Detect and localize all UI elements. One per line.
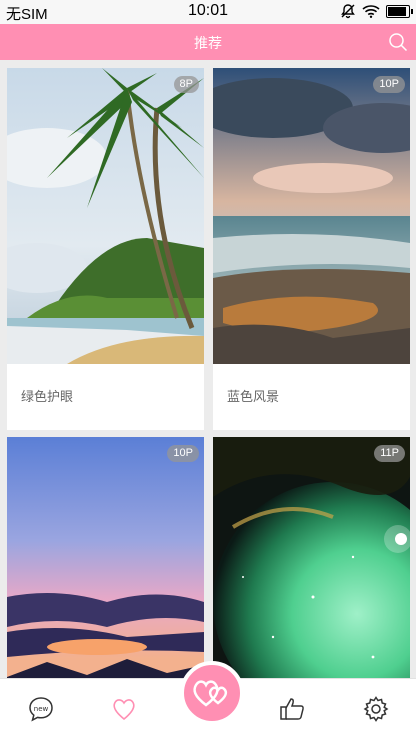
- wallpaper-feed[interactable]: 8P 绿色护眼 10P 蓝色风景 10P 11P: [0, 60, 416, 678]
- album-card[interactable]: 10P 蓝色风景: [213, 68, 410, 430]
- silent-icon: [341, 4, 355, 19]
- settings-icon[interactable]: [362, 695, 390, 723]
- love-center-icon: [193, 680, 228, 707]
- album-thumbnail[interactable]: [213, 68, 410, 364]
- wifi-icon: [362, 5, 380, 18]
- album-thumbnail[interactable]: [7, 68, 204, 364]
- album-thumbnail[interactable]: [7, 437, 204, 678]
- app-header: 推荐: [0, 24, 416, 60]
- heart-icon[interactable]: [110, 695, 138, 723]
- photo-count-badge: 10P: [167, 445, 199, 462]
- album-thumbnail[interactable]: [213, 437, 410, 678]
- photo-count-badge: 10P: [373, 76, 405, 93]
- album-title: 绿色护眼: [21, 389, 74, 404]
- album-title: 蓝色风景: [227, 389, 280, 404]
- photo-count-badge: 11P: [374, 445, 405, 462]
- love-center-button[interactable]: [180, 661, 244, 725]
- page-title: 推荐: [194, 35, 222, 51]
- new-chat-icon[interactable]: new: [27, 695, 55, 723]
- album-card[interactable]: 10P: [7, 437, 204, 678]
- battery-icon: [386, 4, 413, 18]
- album-card[interactable]: 8P 绿色护眼: [7, 68, 204, 430]
- album-card[interactable]: 11P: [213, 437, 410, 678]
- search-icon[interactable]: [388, 32, 408, 52]
- photo-count-badge: 8P: [173, 76, 199, 93]
- status-bar: 无SIM 10:01: [0, 0, 416, 24]
- thumbs-up-icon[interactable]: [278, 695, 306, 723]
- new-label: new: [34, 705, 49, 713]
